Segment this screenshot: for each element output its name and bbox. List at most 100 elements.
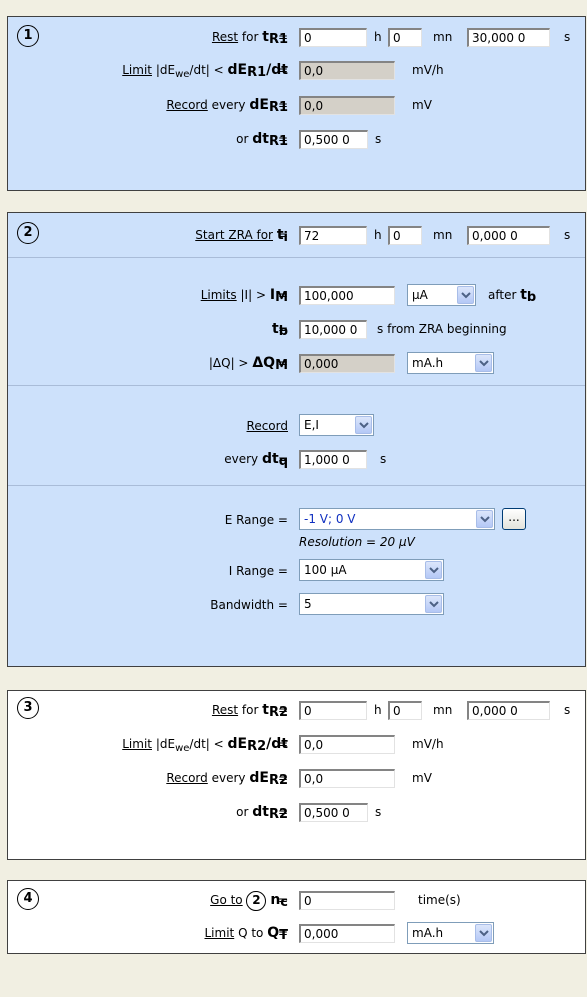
start-zra-link[interactable]: Start ZRA for	[195, 228, 273, 242]
record-label: Record every dER1	[166, 97, 288, 115]
equals-sign: =	[277, 805, 289, 819]
seconds-unit: s	[564, 30, 571, 44]
goto-link[interactable]: Go to	[210, 893, 243, 907]
step-number-3: 3	[17, 697, 39, 719]
equals-sign: =	[277, 737, 289, 751]
equals-sign: =	[277, 322, 289, 336]
dt-unit: s	[375, 132, 382, 146]
rest-seconds-input[interactable]: 0,000 0	[467, 701, 550, 720]
bandwidth-label: Bandwidth =	[210, 598, 288, 612]
limits-link[interactable]: Limits	[201, 288, 237, 302]
limit-link[interactable]: Limit	[122, 737, 152, 751]
step-number-1: 1	[17, 25, 39, 47]
minutes-unit: mn	[433, 703, 453, 717]
record-link[interactable]: Record	[166, 98, 207, 112]
chevron-down-icon[interactable]	[475, 924, 492, 942]
qt-unit-select[interactable]: mA.h	[407, 922, 494, 944]
im-value-input[interactable]: 100,000	[299, 286, 395, 305]
record-link[interactable]: Record	[166, 771, 207, 785]
record-dt-input[interactable]: 0,500 0	[299, 803, 368, 822]
equals-sign: =	[277, 926, 289, 940]
ti-hours-input[interactable]: 72	[299, 226, 367, 245]
seconds-unit: s	[564, 703, 571, 717]
record-label: Record	[247, 416, 288, 436]
record-link[interactable]: Record	[247, 419, 288, 433]
rest-minutes-input[interactable]: 0	[388, 701, 422, 720]
rest-minutes-input[interactable]: 0	[388, 28, 422, 47]
rest-link[interactable]: Rest	[212, 703, 238, 717]
limit-link[interactable]: Limit	[122, 63, 152, 77]
start-zra-label: Start ZRA for ti	[195, 227, 288, 245]
record-unit: mV	[412, 98, 432, 112]
rest-hours-input[interactable]: 0	[299, 701, 367, 720]
record-dt-input[interactable]: 0,500 0	[299, 130, 368, 149]
step-number-4: 4	[17, 888, 39, 910]
chevron-down-icon[interactable]	[355, 416, 372, 434]
hours-unit: h	[374, 703, 382, 717]
chevron-down-icon[interactable]	[475, 354, 492, 372]
equals-sign: =	[277, 771, 289, 785]
ti-seconds-input[interactable]: 0,000 0	[467, 226, 550, 245]
nc-value-input[interactable]: 0	[299, 891, 395, 910]
block-2-zra: 2 Start ZRA for ti = 72 h 0 mn 0,000 0 s…	[7, 212, 586, 667]
record-unit: mV	[412, 771, 432, 785]
hours-unit: h	[374, 228, 382, 242]
erange-label: E Range =	[224, 513, 288, 527]
limit-unit: mV/h	[412, 63, 444, 77]
limit-link[interactable]: Limit	[205, 926, 235, 940]
equals-sign: =	[277, 63, 289, 77]
limit-label: Limit |dEwe/dt| < dER2/dt	[122, 736, 288, 754]
equals-sign: =	[277, 288, 289, 302]
bandwidth-select[interactable]: 5	[299, 593, 444, 615]
dq-value-input[interactable]: 0,000	[299, 354, 395, 373]
nc-unit: time(s)	[418, 893, 461, 907]
separator	[8, 385, 585, 386]
chevron-down-icon[interactable]	[425, 595, 442, 613]
limit-dedt-input[interactable]: 0,0	[299, 735, 395, 754]
dt-unit: s	[375, 805, 382, 819]
im-unit-select[interactable]: µA	[407, 284, 476, 306]
step-number-2: 2	[17, 222, 39, 244]
chevron-down-icon[interactable]	[457, 286, 474, 304]
equals-sign: =	[277, 356, 289, 370]
dtq-unit: s	[380, 452, 387, 466]
chevron-down-icon[interactable]	[425, 561, 442, 579]
dq-unit-select[interactable]: mA.h	[407, 352, 494, 374]
resolution-note: Resolution = 20 µV	[299, 535, 415, 549]
tb-unit: s from ZRA beginning	[377, 322, 507, 336]
chevron-down-icon[interactable]	[476, 510, 493, 528]
limit-unit: mV/h	[412, 737, 444, 751]
record-de-input[interactable]: 0,0	[299, 96, 395, 115]
record-label: Record every dER2	[166, 770, 288, 788]
equals-sign: =	[277, 132, 289, 146]
after-tb-label: after tb	[488, 287, 537, 305]
rest-link[interactable]: Rest	[212, 30, 238, 44]
limits-label: Limits |I| > IM	[200, 287, 288, 305]
minutes-unit: mn	[433, 30, 453, 44]
equals-sign: =	[277, 30, 289, 44]
equals-sign: =	[277, 893, 289, 907]
equals-sign: =	[277, 452, 289, 466]
dtq-value-input[interactable]: 1,000 0	[299, 450, 367, 469]
equals-sign: =	[277, 228, 289, 242]
qt-value-input[interactable]: 0,000	[299, 924, 395, 943]
tb-value-input[interactable]: 10,000 0	[299, 320, 367, 339]
irange-label: I Range =	[228, 564, 288, 578]
equals-sign: =	[277, 98, 289, 112]
hours-unit: h	[374, 30, 382, 44]
separator	[8, 485, 585, 486]
rest-hours-input[interactable]: 0	[299, 28, 367, 47]
minutes-unit: mn	[433, 228, 453, 242]
separator	[8, 257, 585, 258]
erange-more-button[interactable]: ...	[502, 508, 526, 530]
limit-dedt-input[interactable]: 0,0	[299, 61, 395, 80]
record-de-input[interactable]: 0,0	[299, 769, 395, 788]
record-select[interactable]: E,I	[299, 414, 374, 436]
rest-seconds-input[interactable]: 30,000 0	[467, 28, 550, 47]
irange-select[interactable]: 100 µA	[299, 559, 444, 581]
step-target-2: 2	[246, 890, 267, 911]
equals-sign: =	[277, 703, 289, 717]
ti-minutes-input[interactable]: 0	[388, 226, 422, 245]
block-3-rest: 3 Rest for tR2 = 0 h 0 mn 0,000 0 s Limi…	[7, 690, 586, 860]
erange-select[interactable]: -1 V; 0 V	[299, 508, 495, 530]
